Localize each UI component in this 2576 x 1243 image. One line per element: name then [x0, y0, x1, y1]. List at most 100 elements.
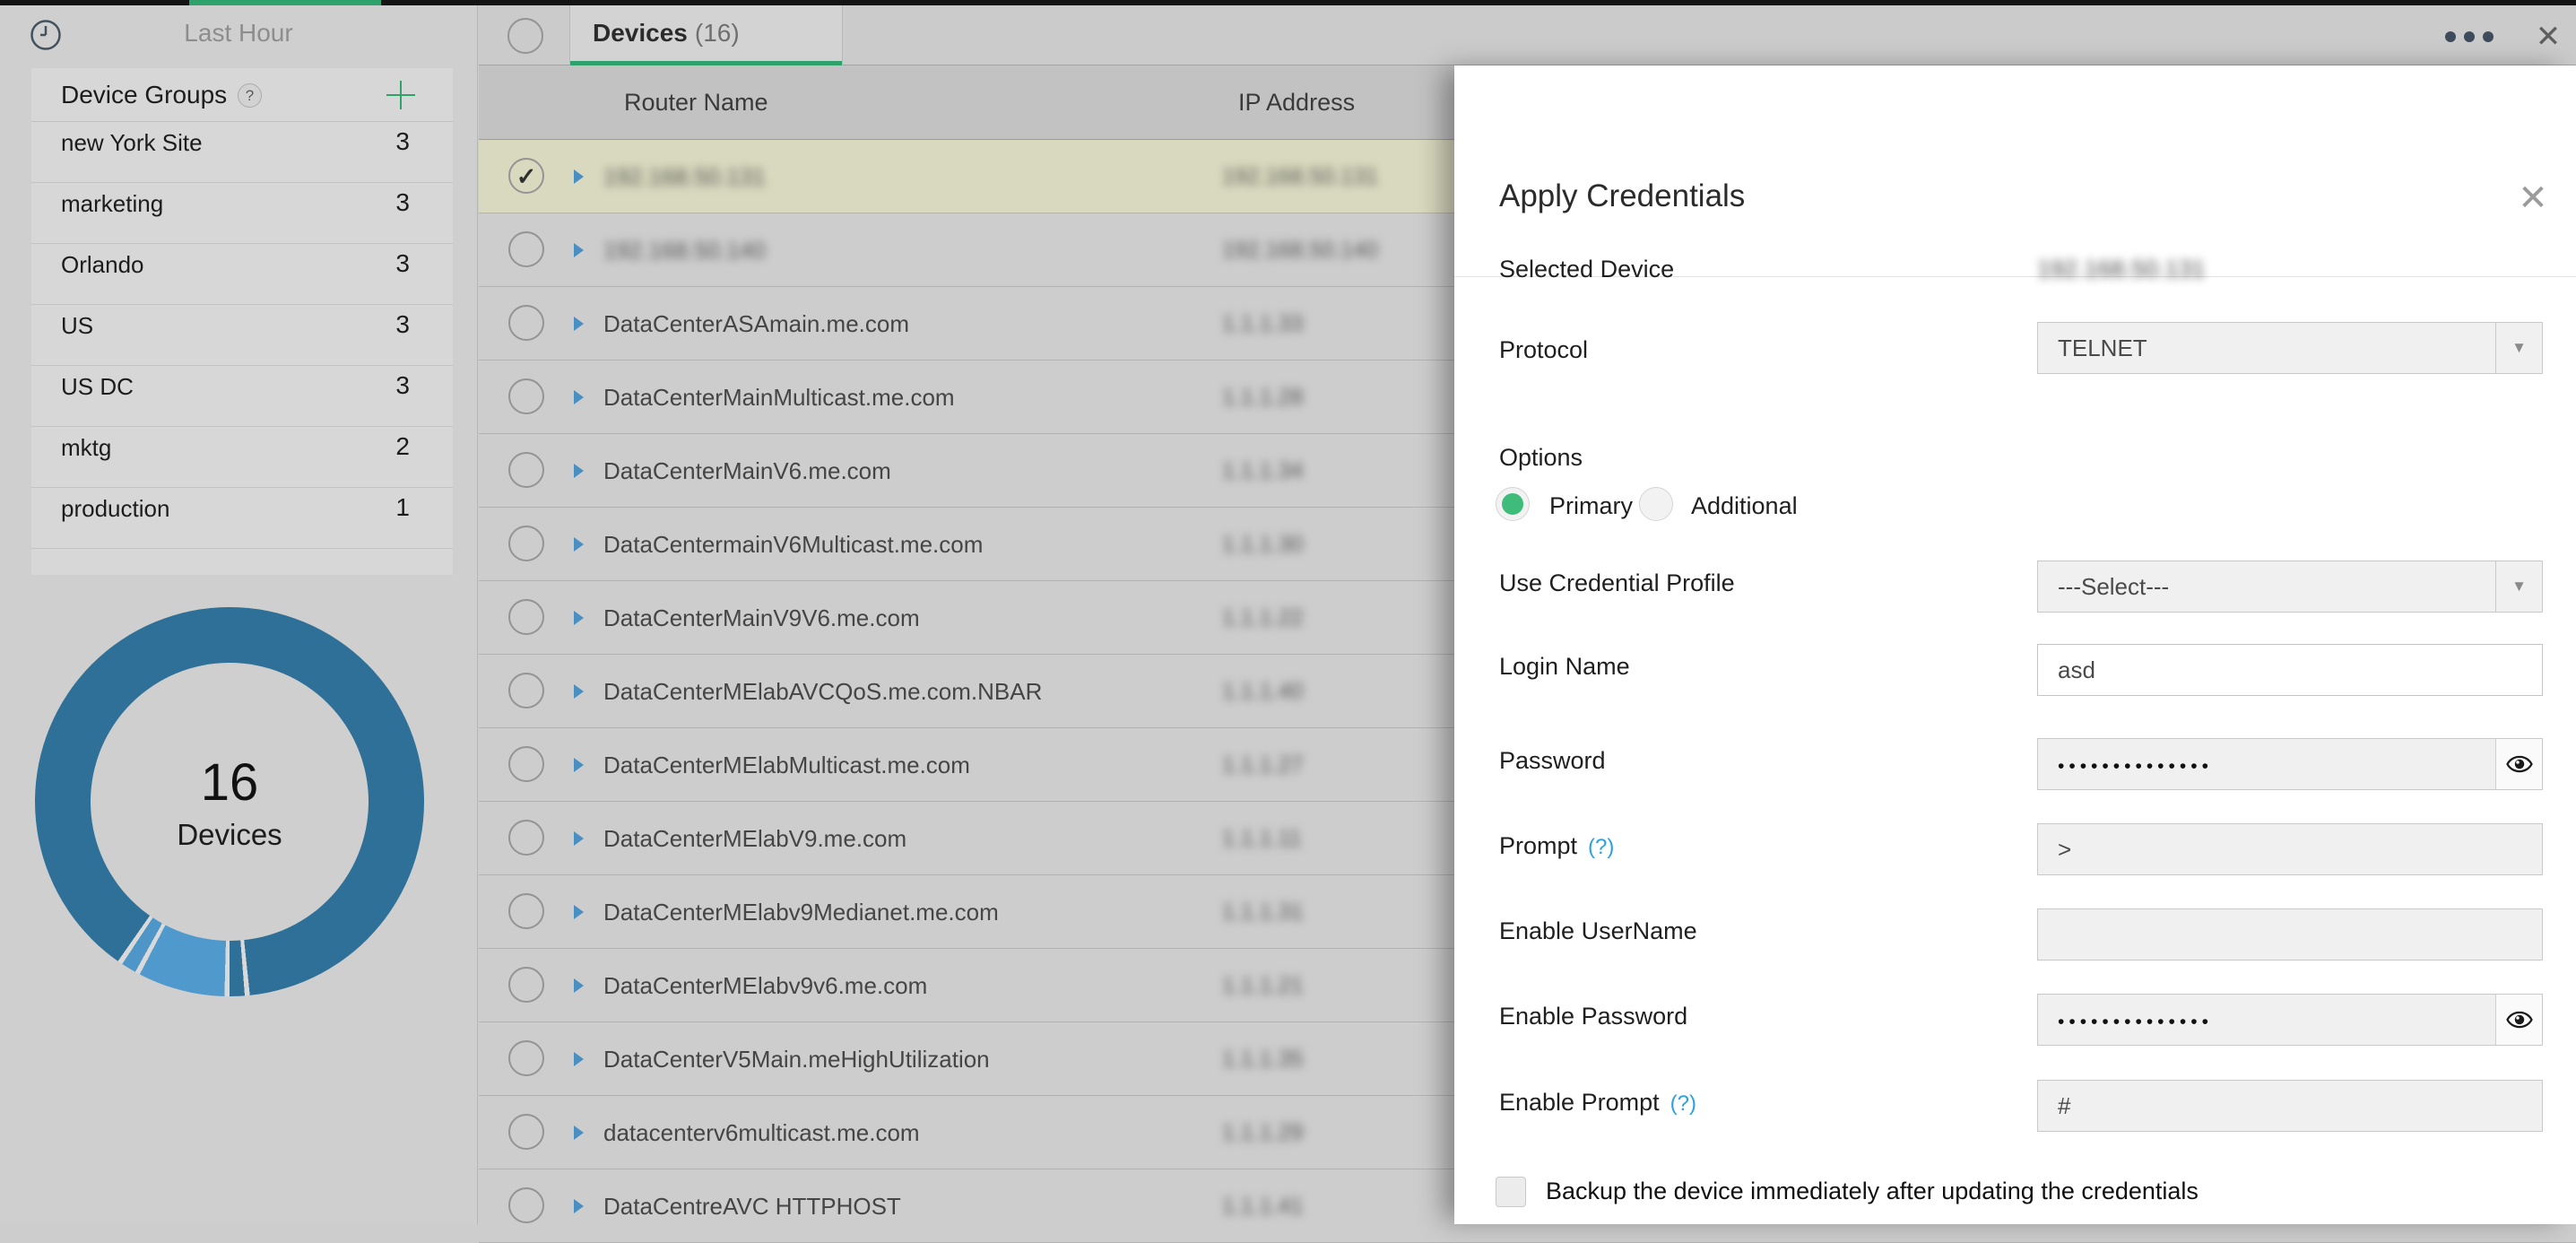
- ip-address-cell: 192.168.50.140: [1222, 213, 1378, 287]
- ip-address-cell: 1.1.1.28: [1222, 361, 1303, 434]
- router-name-cell: DataCenterMainV6.me.com: [603, 434, 891, 508]
- row-checkbox[interactable]: [508, 1114, 544, 1150]
- prompt-input[interactable]: >: [2037, 823, 2543, 875]
- expand-arrow-icon[interactable]: [574, 390, 584, 404]
- more-options-icon[interactable]: [2445, 31, 2494, 44]
- row-checkbox[interactable]: [508, 231, 544, 267]
- expand-arrow-icon[interactable]: [574, 684, 584, 699]
- group-count: 3: [395, 371, 410, 400]
- device-group-row[interactable]: US DC 3: [31, 366, 453, 427]
- enable-prompt-input[interactable]: #: [2037, 1080, 2543, 1132]
- device-group-row[interactable]: US 3: [31, 305, 453, 366]
- tab-bar: Devices(16) ✕: [479, 5, 2576, 65]
- row-checkbox[interactable]: [508, 452, 544, 488]
- selected-device-label: Selected Device: [1499, 256, 1674, 283]
- ip-address-cell: 1.1.1.40: [1222, 655, 1303, 728]
- enable-username-input[interactable]: [2037, 908, 2543, 960]
- group-count: 1: [395, 493, 410, 522]
- help-badge-icon[interactable]: ?: [238, 83, 262, 108]
- device-group-row[interactable]: new York Site 3: [31, 122, 453, 183]
- expand-arrow-icon[interactable]: [574, 758, 584, 772]
- tab-devices[interactable]: Devices(16): [569, 5, 843, 65]
- enable-prompt-help-icon[interactable]: (?): [1660, 1091, 1696, 1116]
- ip-address-cell: 1.1.1.21: [1222, 949, 1303, 1022]
- enable-password-input[interactable]: ••••••••••••••: [2037, 994, 2543, 1046]
- row-checkbox[interactable]: [508, 746, 544, 782]
- enable-password-masked-value: ••••••••••••••: [2058, 1012, 2213, 1032]
- radio-additional-label[interactable]: Additional: [1691, 492, 1798, 520]
- group-name: mktg: [61, 434, 111, 462]
- protocol-dropdown[interactable]: TELNET ▼: [2037, 322, 2543, 374]
- selected-device-value: 192.168.50.131: [2037, 256, 2206, 283]
- radio-primary-label[interactable]: Primary: [1549, 492, 1633, 520]
- login-name-input[interactable]: [2037, 644, 2543, 696]
- time-filter-label[interactable]: Last Hour: [0, 5, 477, 61]
- router-name-cell: 192.168.50.131: [603, 140, 766, 213]
- sidebar: Last Hour Device Groups ? new York Site …: [0, 5, 478, 1224]
- backup-checkbox-label[interactable]: Backup the device immediately after upda…: [1546, 1178, 2199, 1205]
- router-name-cell: DataCenterMElabV9.me.com: [603, 802, 906, 875]
- password-input[interactable]: ••••••••••••••: [2037, 738, 2543, 790]
- group-name: production: [61, 495, 169, 523]
- ip-address-cell: 1.1.1.29: [1222, 1096, 1303, 1169]
- expand-arrow-icon[interactable]: [574, 464, 584, 478]
- credential-profile-dropdown[interactable]: ---Select--- ▼: [2037, 561, 2543, 613]
- row-checkbox[interactable]: [508, 526, 544, 561]
- expand-arrow-icon[interactable]: [574, 537, 584, 552]
- enable-password-label: Enable Password: [1499, 1003, 1687, 1030]
- expand-arrow-icon[interactable]: [574, 831, 584, 846]
- expand-arrow-icon[interactable]: [574, 317, 584, 331]
- row-checkbox-checked[interactable]: ✓: [508, 158, 544, 194]
- device-group-row[interactable]: mktg 2: [31, 427, 453, 488]
- chevron-down-icon[interactable]: ▼: [2495, 561, 2542, 612]
- add-device-group-button[interactable]: [386, 81, 415, 109]
- expand-arrow-icon[interactable]: [574, 170, 584, 184]
- expand-arrow-icon[interactable]: [574, 243, 584, 257]
- devices-donut-chart[interactable]: 16 Devices: [35, 607, 424, 996]
- row-checkbox[interactable]: [508, 893, 544, 929]
- login-name-label: Login Name: [1499, 653, 1630, 681]
- column-header-router-name[interactable]: Router Name: [624, 65, 768, 140]
- enable-prompt-value: #: [2058, 1092, 2070, 1119]
- radio-primary[interactable]: [1496, 487, 1530, 521]
- router-name-cell: datacenterv6multicast.me.com: [603, 1096, 920, 1169]
- row-checkbox[interactable]: [508, 820, 544, 856]
- view-close-icon[interactable]: ✕: [2533, 22, 2563, 52]
- device-group-row[interactable]: production 1: [31, 488, 453, 549]
- show-password-eye-icon[interactable]: [2495, 739, 2542, 789]
- group-bar: [61, 163, 406, 176]
- expand-arrow-icon[interactable]: [574, 1052, 584, 1066]
- device-groups-header: Device Groups ?: [31, 68, 453, 122]
- row-checkbox[interactable]: [508, 673, 544, 708]
- select-all-checkbox[interactable]: [507, 18, 543, 54]
- row-checkbox[interactable]: [508, 1040, 544, 1076]
- router-name-cell: DataCentermainV6Multicast.me.com: [603, 508, 983, 581]
- show-password-eye-icon[interactable]: [2495, 995, 2542, 1045]
- row-checkbox[interactable]: [508, 378, 544, 414]
- prompt-help-icon[interactable]: (?): [1577, 835, 1614, 859]
- device-group-row[interactable]: marketing 3: [31, 183, 453, 244]
- group-bar: [61, 468, 406, 481]
- enable-prompt-label: Enable Prompt(?): [1499, 1089, 1696, 1117]
- row-checkbox[interactable]: [508, 305, 544, 341]
- expand-arrow-icon[interactable]: [574, 1126, 584, 1140]
- device-group-row[interactable]: Orlando 3: [31, 244, 453, 305]
- router-name-cell: DataCenterMElabMulticast.me.com: [603, 728, 970, 802]
- radio-additional[interactable]: [1639, 487, 1673, 521]
- ip-address-cell: 1.1.1.11: [1222, 802, 1302, 875]
- tab-devices-label: Devices(16): [593, 5, 740, 61]
- row-checkbox[interactable]: [508, 599, 544, 635]
- chevron-down-icon[interactable]: ▼: [2495, 323, 2542, 373]
- panel-close-icon[interactable]: ✕: [2515, 180, 2551, 216]
- expand-arrow-icon[interactable]: [574, 1199, 584, 1213]
- row-checkbox[interactable]: [508, 1187, 544, 1223]
- column-header-ip-address[interactable]: IP Address: [1238, 65, 1355, 140]
- expand-arrow-icon[interactable]: [574, 978, 584, 993]
- row-checkbox[interactable]: [508, 967, 544, 1003]
- backup-checkbox[interactable]: [1496, 1177, 1526, 1207]
- group-name: US: [61, 312, 93, 340]
- expand-arrow-icon[interactable]: [574, 611, 584, 625]
- expand-arrow-icon[interactable]: [574, 905, 584, 919]
- credential-profile-label: Use Credential Profile: [1499, 569, 1735, 597]
- protocol-label: Protocol: [1499, 336, 1588, 364]
